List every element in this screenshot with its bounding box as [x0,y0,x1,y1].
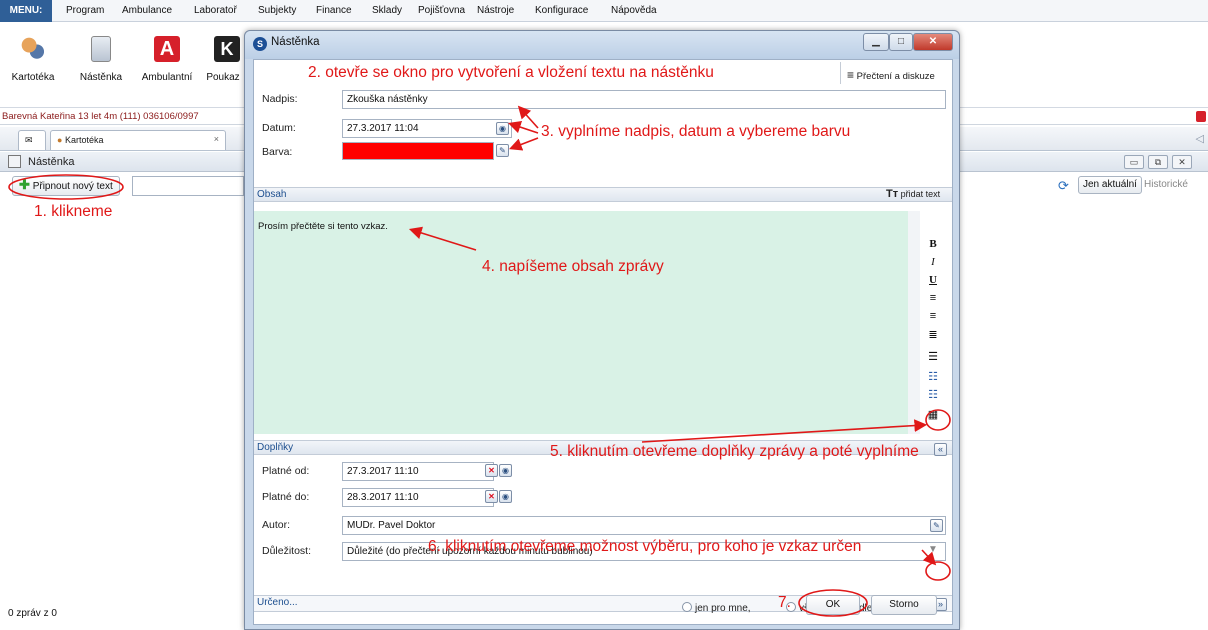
annotation-ellipse-urceno [925,561,951,581]
annotation-arrow-urceno [921,549,937,566]
annotation-arrow-barva [509,137,539,151]
annotation-arrow-datum [507,120,539,134]
annotation-arrow-obsah [408,226,477,251]
annotation-ellipse-pin [8,174,124,200]
annotation-ellipse-ok [798,589,868,617]
annotation-ellipse-doplnky [925,409,951,431]
annotation-arrow-nadpis [517,105,539,129]
annotation-overlay [8,105,951,617]
annotation-arrow-doplnky [641,419,928,443]
